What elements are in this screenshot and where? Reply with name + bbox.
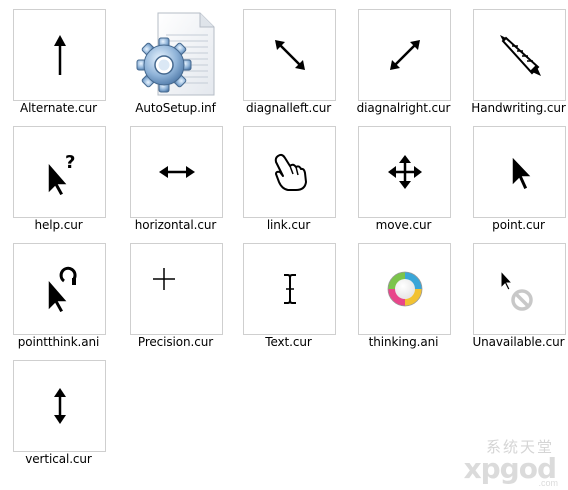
file-name: Text.cur — [265, 335, 312, 349]
unavailable-cursor-icon — [500, 269, 533, 311]
file-name: Alternate.cur — [19, 101, 98, 115]
file-name: link.cur — [266, 218, 311, 232]
file-name: pointthink.ani — [17, 335, 100, 349]
text-ibeam-cursor-icon — [283, 274, 296, 304]
file-icon-grid: Alternate.cur AutoSetup.inf diagnalleft.… — [0, 0, 568, 490]
link-hand-cursor-icon — [274, 153, 307, 191]
file-name: thinking.ani — [368, 335, 439, 349]
file-item-thinking[interactable]: thinking.ani — [345, 234, 462, 349]
file-name: Handwriting.cur — [471, 101, 566, 115]
svg-text:?: ? — [65, 152, 75, 173]
file-thumbnail — [130, 126, 223, 218]
file-thumbnail — [243, 126, 336, 218]
file-thumbnail — [243, 9, 336, 101]
file-item-unavailable[interactable]: Unavailable.cur — [460, 234, 568, 349]
file-item-horizontal[interactable]: horizontal.cur — [117, 117, 234, 232]
file-name: AutoSetup.inf — [135, 101, 216, 115]
diagonal-left-cursor-icon — [274, 40, 305, 70]
file-thumbnail — [473, 243, 566, 335]
file-item-alternate[interactable]: Alternate.cur — [0, 0, 117, 115]
file-item-diagnalleft[interactable]: diagnalleft.cur — [230, 0, 347, 115]
file-item-point[interactable]: point.cur — [460, 117, 568, 232]
file-item-help[interactable]: ? help.cur — [0, 117, 117, 232]
file-thumbnail — [13, 360, 106, 452]
file-thumbnail — [130, 243, 223, 335]
file-item-precision[interactable]: Precision.cur — [117, 234, 234, 349]
file-item-text[interactable]: Text.cur — [230, 234, 347, 349]
file-thumbnail — [358, 9, 451, 101]
file-name: help.cur — [34, 218, 83, 232]
file-thumbnail — [13, 9, 106, 101]
file-item-vertical[interactable]: vertical.cur — [0, 351, 117, 466]
file-name: diagnalleft.cur — [245, 101, 332, 115]
file-name: Precision.cur — [137, 335, 214, 349]
file-item-link[interactable]: link.cur — [230, 117, 347, 232]
file-item-pointthink[interactable]: pointthink.ani — [0, 234, 117, 349]
horizontal-resize-cursor-icon — [158, 166, 195, 178]
vertical-resize-cursor-icon — [53, 388, 66, 424]
diagonal-right-cursor-icon — [389, 40, 420, 70]
file-name: point.cur — [492, 218, 545, 232]
file-name: vertical.cur — [25, 452, 92, 466]
help-cursor-icon: ? — [46, 152, 75, 196]
handwriting-cursor-icon — [499, 35, 541, 76]
file-thumbnail — [473, 9, 566, 101]
file-name: move.cur — [375, 218, 432, 232]
file-item-diagnalright[interactable]: diagnalright.cur — [345, 0, 462, 115]
file-name: horizontal.cur — [134, 218, 217, 232]
file-item-move[interactable]: move.cur — [345, 117, 462, 232]
file-item-autosetup[interactable]: AutoSetup.inf — [117, 0, 234, 115]
file-thumbnail: ? — [13, 126, 106, 218]
file-thumbnail — [243, 243, 336, 335]
file-thumbnail — [130, 9, 223, 101]
file-thumbnail — [358, 243, 451, 335]
arrow-pointer-icon — [510, 154, 534, 192]
file-item-handwriting[interactable]: Handwriting.cur — [460, 0, 568, 115]
alternate-cursor-icon — [53, 35, 66, 75]
file-name: Unavailable.cur — [472, 335, 565, 349]
setup-information-file-icon — [136, 12, 214, 96]
move-cursor-icon — [387, 155, 422, 189]
file-thumbnail — [473, 126, 566, 218]
busy-spinner-icon — [387, 271, 422, 307]
crosshair-cursor-icon — [153, 268, 175, 290]
file-thumbnail — [13, 243, 106, 335]
file-name: diagnalright.cur — [356, 101, 451, 115]
file-thumbnail — [358, 126, 451, 218]
pointer-busy-cursor-icon — [46, 266, 77, 313]
